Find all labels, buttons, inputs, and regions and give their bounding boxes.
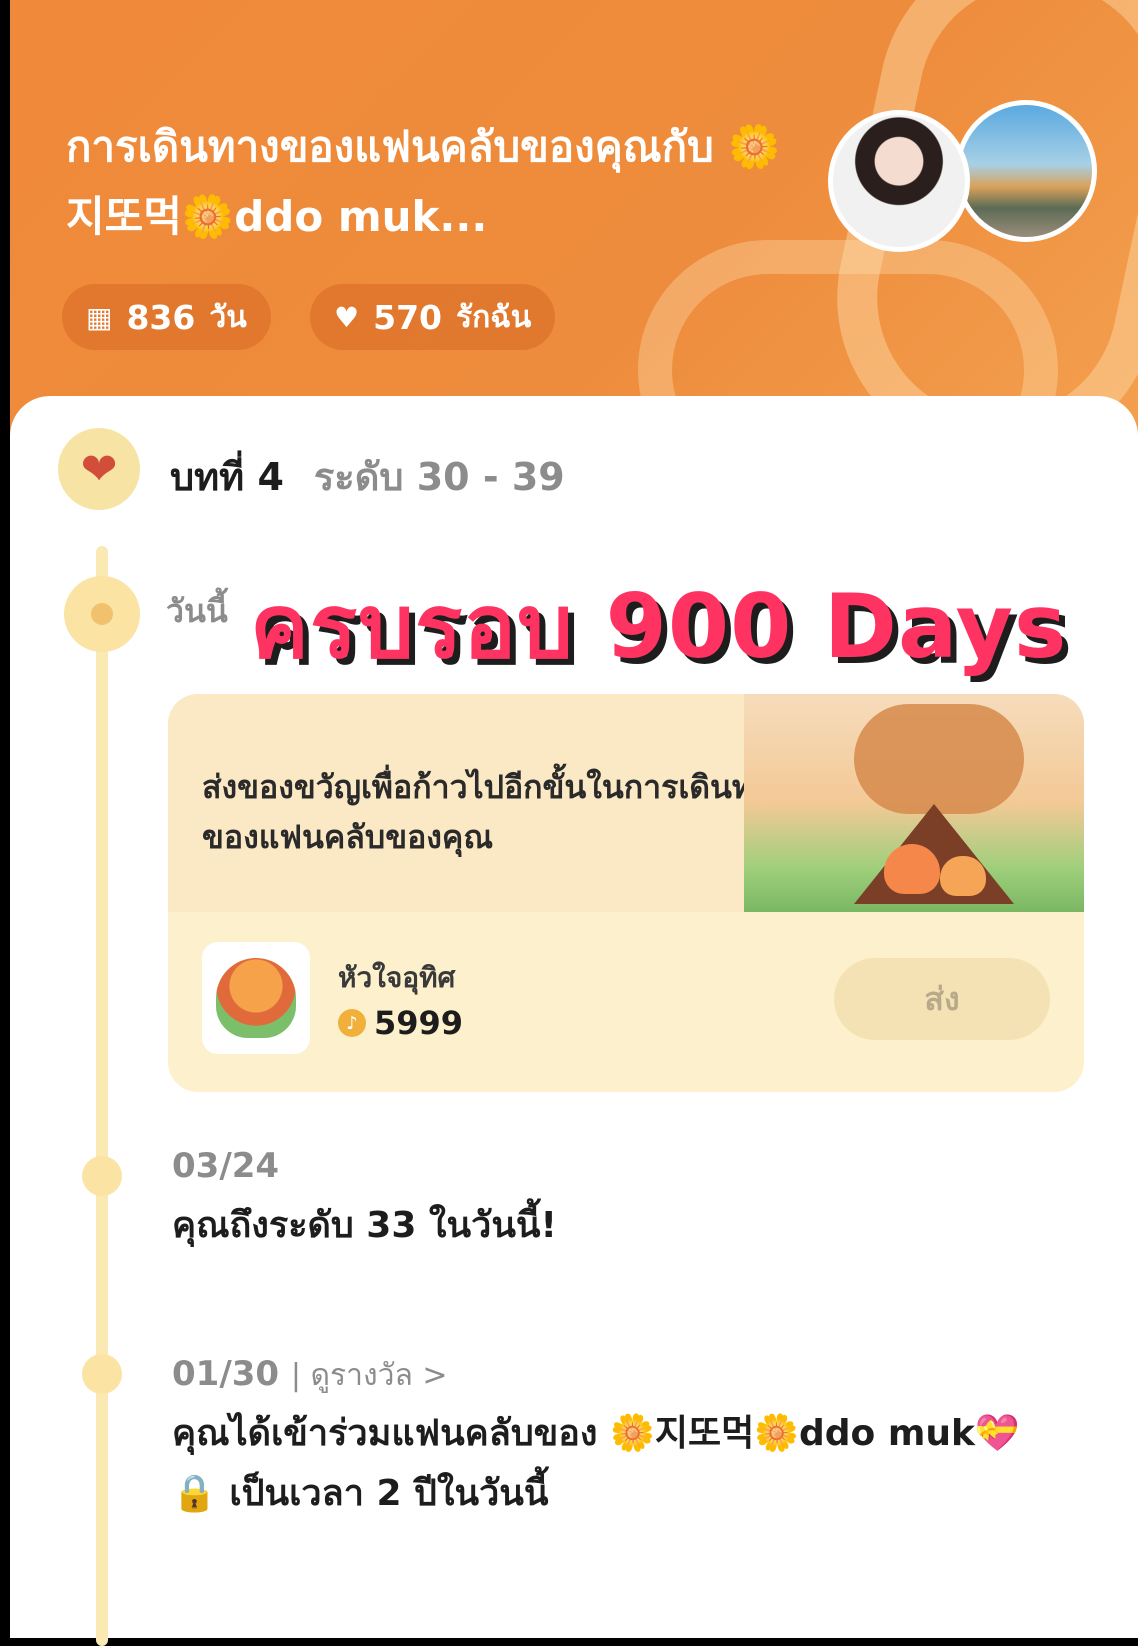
view-reward-link[interactable]: | ดูรางวัล >	[291, 1358, 448, 1393]
timeline-line	[96, 546, 108, 1646]
gift-panel: ส่งของขวัญเพื่อก้าวไปอีกขั้นในการเดินทาง…	[168, 694, 1084, 1092]
timeline-dot	[82, 1156, 122, 1196]
journey-card: ❤ บทที่ 4 ระดับ 30 - 39 วันนี้ ครบรอบ 90…	[10, 396, 1138, 1646]
chapter-label: บทที่ 4	[170, 455, 284, 499]
coin-icon: ♪	[338, 1009, 366, 1037]
gift-thumbnail[interactable]	[202, 942, 310, 1054]
heart-character	[884, 844, 940, 894]
gift-price-value: 5999	[374, 1004, 464, 1042]
user-avatar[interactable]	[955, 100, 1097, 242]
heart-icon: ♥	[334, 300, 360, 334]
days-value: 836	[126, 297, 196, 337]
heart-character	[940, 856, 986, 896]
anniversary-overlay-text: ครบรอบ 900 Days	[250, 575, 1068, 678]
entry-text: คุณถึงระดับ 33 ในวันนี้!	[172, 1205, 557, 1246]
days-badge: ▦ 836 วัน	[62, 284, 271, 350]
gift-name: หัวใจอุทิศ	[338, 961, 456, 994]
chapter-heart-icon: ❤	[58, 428, 140, 510]
header: การเดินทางของแฟนคลับของคุณกับ 🌼지또먹🌼ddo m…	[10, 0, 1138, 440]
volcano-illustration	[744, 694, 1084, 912]
timeline-dot-today	[64, 576, 140, 652]
screen: การเดินทางของแฟนคลับของคุณกับ 🌼지또먹🌼ddo m…	[0, 0, 1138, 1646]
send-gift-button[interactable]: ส่ง	[834, 958, 1050, 1040]
entry-text: คุณได้เข้าร่วมแฟนคลับของ 🌼지또먹🌼ddo muk💝 🔒…	[172, 1413, 1020, 1514]
timeline-dot	[82, 1354, 122, 1394]
gift-description: ส่งของขวัญเพื่อก้าวไปอีกขั้นในการเดินทาง…	[202, 768, 787, 856]
page-title: การเดินทางของแฟนคลับของคุณกับ 🌼지또먹🌼ddo m…	[66, 122, 781, 241]
love-badge: ♥ 570 รักฉัน	[310, 284, 556, 350]
entry-date: 03/24	[172, 1146, 280, 1186]
smoke-shape	[854, 704, 1024, 814]
days-unit: วัน	[209, 299, 247, 335]
entry-date: 01/30	[172, 1354, 280, 1394]
calendar-icon: ▦	[86, 300, 113, 334]
chapter-header: บทที่ 4 ระดับ 30 - 39	[170, 446, 565, 507]
chapter-range: ระดับ 30 - 39	[313, 455, 565, 499]
gift-image	[216, 958, 296, 1038]
today-label: วันนี้	[166, 592, 228, 630]
entry-date-row: 01/30 | ดูรางวัล >	[172, 1352, 448, 1399]
creator-avatar[interactable]	[828, 110, 970, 252]
love-value: 570	[373, 297, 442, 337]
gift-price: ♪ 5999	[338, 1004, 463, 1042]
love-unit: รักฉัน	[456, 299, 532, 335]
